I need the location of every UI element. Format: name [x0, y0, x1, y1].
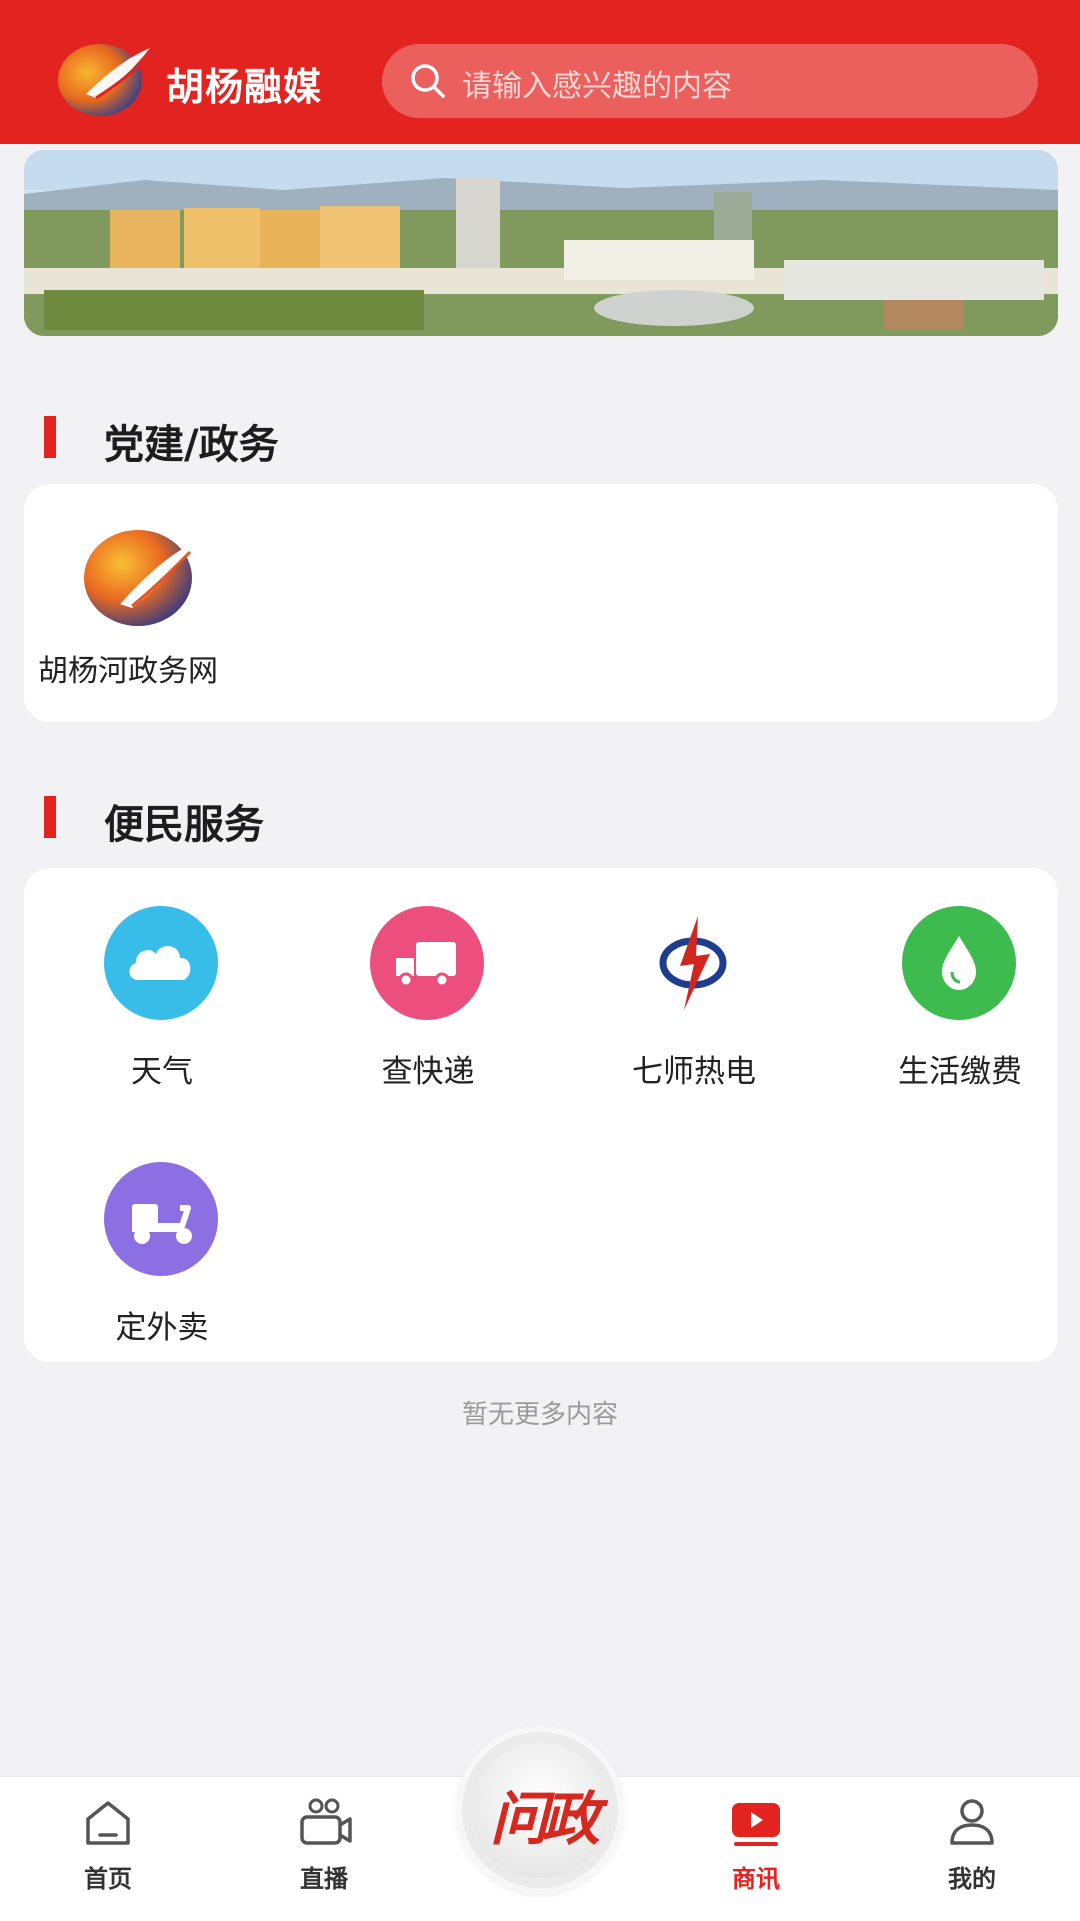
video-camera-icon	[300, 1798, 352, 1845]
center-button-face: 问政	[472, 1742, 608, 1878]
service-label: 胡杨河政务网	[38, 654, 218, 689]
scooter-icon	[104, 1162, 218, 1276]
brand-name: 胡杨融媒	[166, 65, 323, 109]
nav-label: 商讯	[732, 1865, 780, 1893]
search-input[interactable]: 请输入感兴趣的内容	[382, 44, 1038, 118]
app-header: 胡杨融媒 请输入感兴趣的内容	[0, 0, 1080, 144]
nav-item-live[interactable]: 直播	[264, 1797, 384, 1907]
section-accent-bar	[44, 416, 56, 458]
power-company-logo-icon	[659, 916, 727, 1010]
services-card: 天气 查快递 七师热电 生活缴费 定外卖	[24, 868, 1058, 1362]
water-drop-icon	[902, 906, 1016, 1020]
service-label: 定外卖	[115, 1310, 209, 1346]
no-more-content-text: 暂无更多内容	[461, 1400, 618, 1430]
nav-label: 我的	[948, 1865, 996, 1893]
home-icon	[86, 1801, 130, 1845]
city-skyline-illustration	[24, 150, 1058, 336]
service-tile-gov-portal[interactable]: 胡杨河政务网	[32, 524, 292, 694]
service-label: 生活缴费	[898, 1054, 1022, 1090]
service-label: 查快递	[381, 1054, 475, 1090]
service-tile-power[interactable]: 七师热电	[556, 906, 816, 1090]
city-banner-image[interactable]	[24, 150, 1058, 336]
service-tile-utilities[interactable]: 生活缴费	[822, 906, 1080, 1090]
service-tile-express[interactable]: 查快递	[290, 906, 550, 1090]
nav-item-home[interactable]: 首页	[48, 1797, 168, 1907]
party-card: 胡杨河政务网	[24, 484, 1058, 722]
section-title-text: 党建/政务	[104, 422, 279, 468]
delivery-truck-icon	[370, 906, 484, 1020]
search-placeholder: 请输入感兴趣的内容	[462, 69, 732, 104]
service-tile-takeaway[interactable]: 定外卖	[24, 1162, 284, 1346]
service-label: 七师热电	[632, 1054, 756, 1090]
nav-item-business-news[interactable]: 商讯	[696, 1797, 816, 1907]
gov-portal-logo-icon	[84, 530, 196, 626]
brand-logo	[58, 44, 150, 116]
nav-label: 直播	[300, 1865, 348, 1893]
center-button-label: 问政	[490, 1785, 600, 1853]
user-icon	[950, 1799, 994, 1845]
play-icon	[732, 1803, 780, 1846]
service-tile-weather[interactable]: 天气	[24, 906, 284, 1090]
nav-label: 首页	[84, 1865, 132, 1893]
section-accent-bar	[44, 796, 56, 838]
center-inquiry-button[interactable]: 问政	[462, 1732, 618, 1888]
search-icon	[411, 64, 445, 98]
cloud-icon	[104, 906, 218, 1020]
section-title-text: 便民服务	[104, 802, 264, 848]
service-label: 天气	[131, 1054, 193, 1090]
nav-item-mine[interactable]: 我的	[912, 1797, 1032, 1907]
